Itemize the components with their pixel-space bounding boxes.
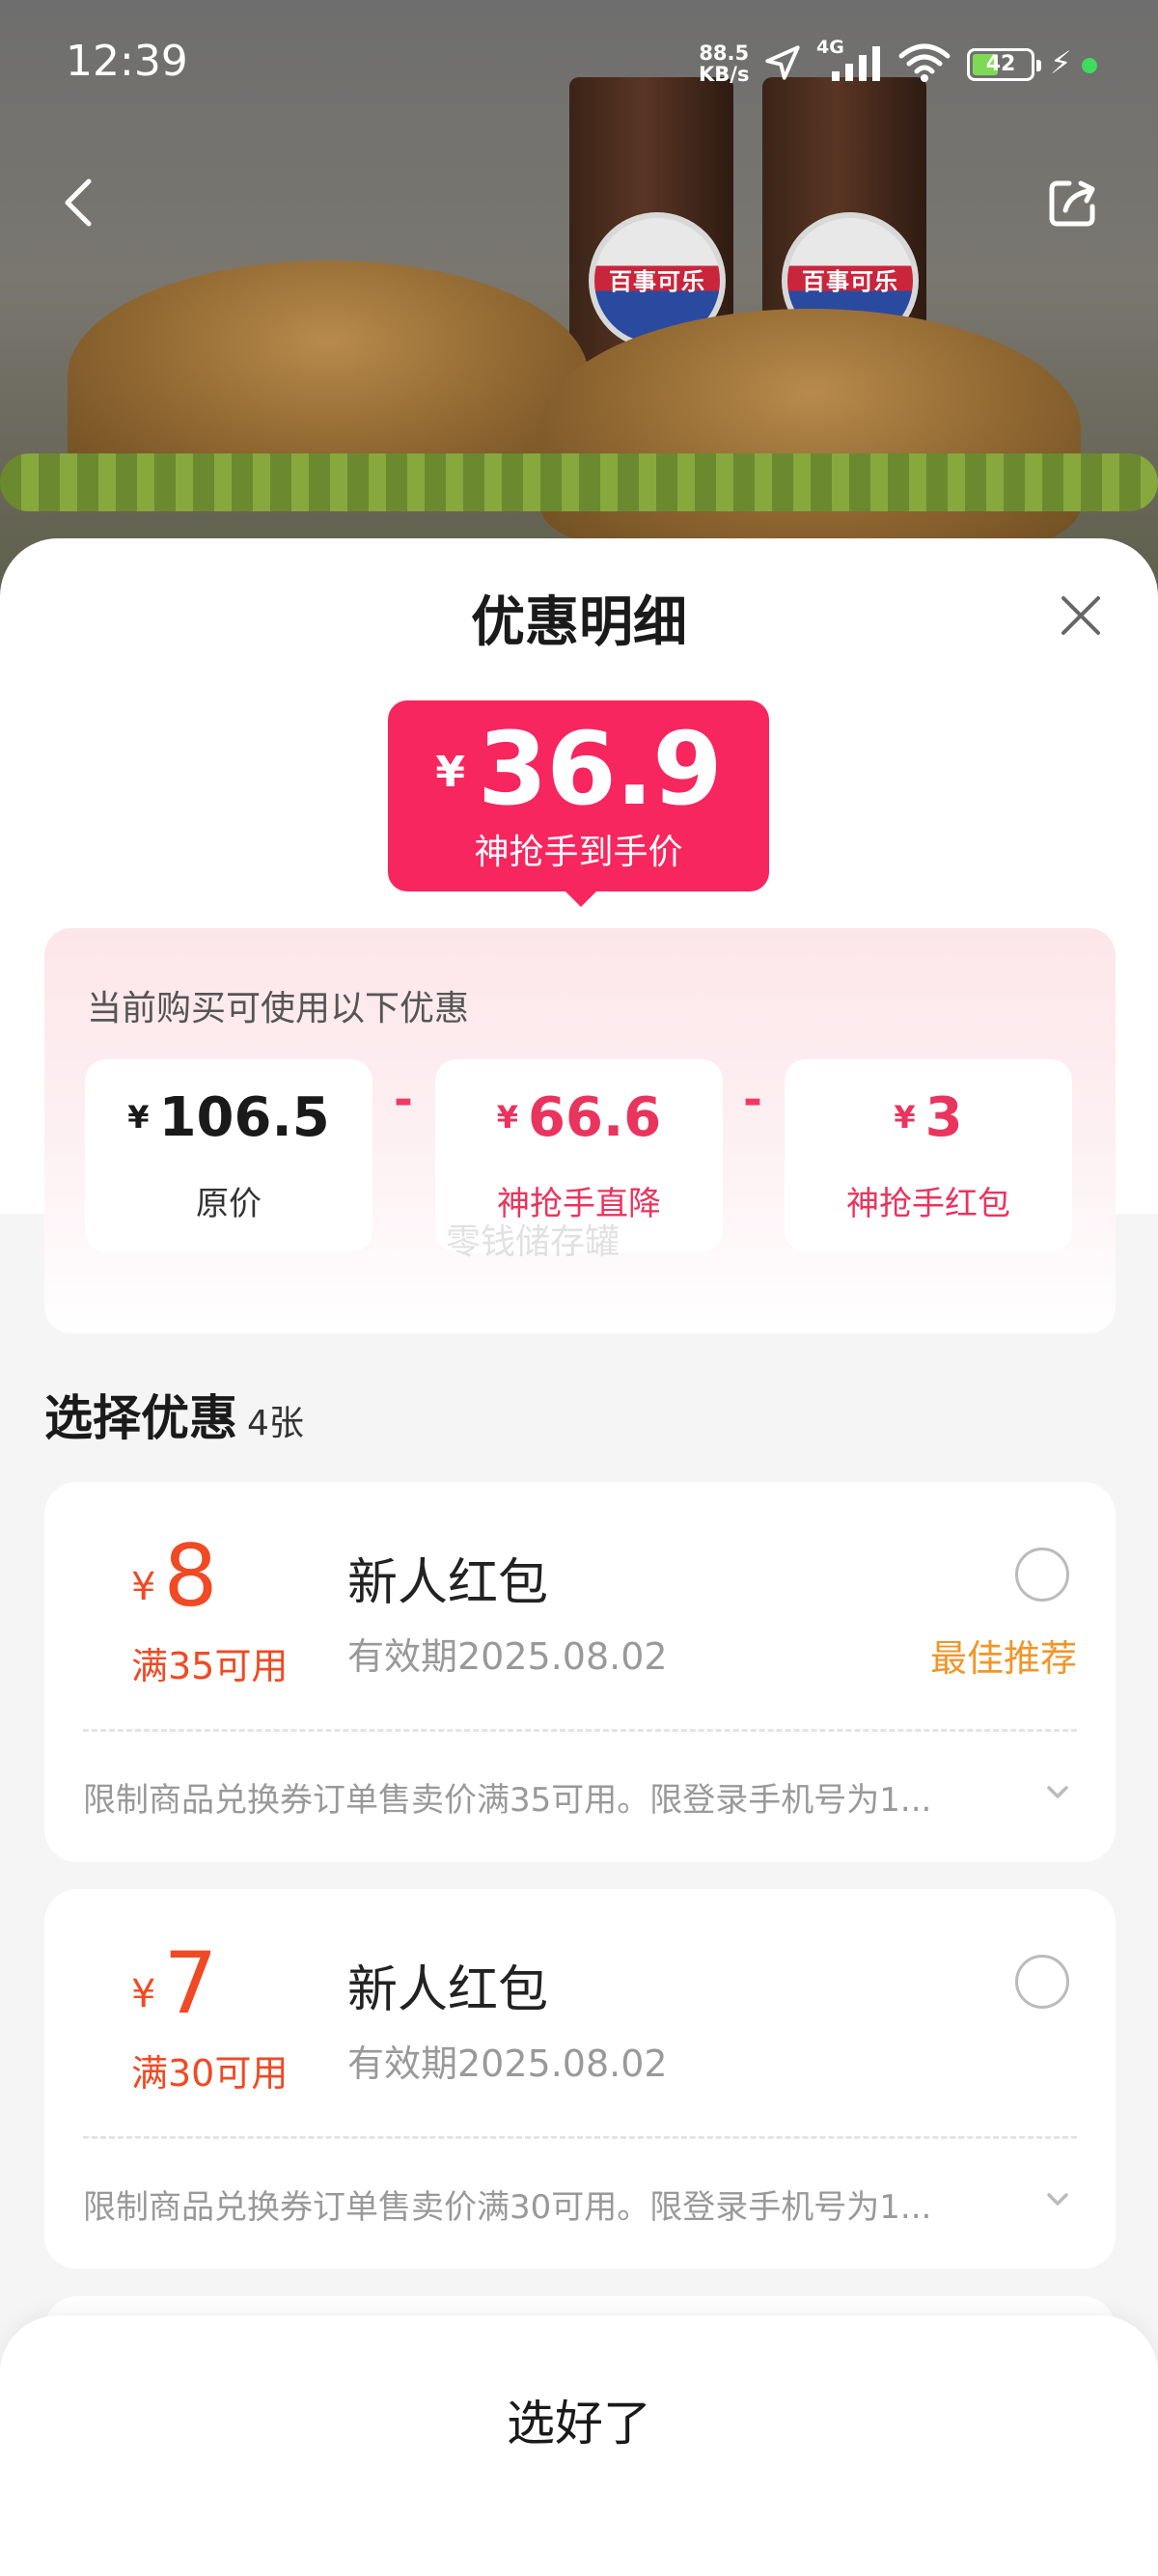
- radio-unchecked-icon[interactable]: [1015, 1548, 1069, 1602]
- confirm-button[interactable]: 选好了: [0, 2385, 1158, 2454]
- charging-bolt-icon: ⚡: [1050, 44, 1072, 81]
- lettuce-decoration: [0, 453, 1158, 511]
- select-title-text: 选择优惠: [44, 1390, 237, 1446]
- battery-icon: 42: [967, 48, 1041, 81]
- share-icon[interactable]: [1044, 174, 1102, 232]
- coupon-name: 新人红包: [347, 1961, 549, 2019]
- coupon-amount-value: 8: [163, 1526, 218, 1626]
- discount-detail-sheet: 优惠明细 ¥36.9 神抢手到手价 当前购买可使用以下优惠 ¥106.5 原价 …: [0, 538, 1158, 2576]
- close-icon[interactable]: [1058, 592, 1104, 639]
- currency-symbol: ¥: [496, 1099, 519, 1136]
- minus-operator: -: [394, 1073, 413, 1127]
- status-bar: 12:39 88.5 KB/s 4G 42 ⚡: [0, 0, 1158, 125]
- privacy-indicator-dot: [1082, 58, 1097, 73]
- status-icons: 4G: [762, 37, 951, 83]
- currency-symbol: ¥: [131, 1972, 156, 2016]
- coupon-condition: 满30可用: [131, 2052, 289, 2095]
- breakdown-heading: 当前购买可使用以下优惠: [87, 989, 470, 1028]
- watermark-text: 零钱储存罐: [446, 1222, 620, 1262]
- coupon-condition: 满35可用: [131, 1645, 289, 1687]
- coupon-expiry: 有效期2025.08.02: [347, 1635, 668, 1678]
- coupon-name: 新人红包: [347, 1554, 549, 1612]
- coupon-description: 限制商品兑换券订单售卖价满30可用。限登录手机号为1...: [83, 2188, 932, 2227]
- final-price-label: 神抢手到手价: [474, 833, 683, 872]
- cup-brand-text: 百事可乐: [609, 268, 705, 295]
- wifi-icon: [898, 43, 951, 82]
- currency-symbol: ¥: [894, 1099, 916, 1136]
- coupon-amount: ¥8: [131, 1526, 382, 1626]
- bottom-action-bar: 选好了: [0, 2316, 1158, 2576]
- final-price-badge: ¥36.9 神抢手到手价: [388, 700, 769, 891]
- breakdown-label: 神抢手红包: [846, 1185, 1010, 1223]
- final-price-value: 36.9: [478, 710, 723, 828]
- coupon-expiry: 有效期2025.08.02: [347, 2042, 668, 2085]
- coupon-count: 4张: [247, 1404, 304, 1443]
- discount-breakdown-panel: 当前购买可使用以下优惠 ¥106.5 原价 - ¥66.6 神抢手直降 - ¥3…: [44, 928, 1116, 1333]
- currency-symbol: ¥: [127, 1099, 150, 1136]
- status-time: 12:39: [66, 37, 188, 86]
- chevron-down-icon[interactable]: [1044, 2186, 1071, 2213]
- sheet-title: 优惠明细: [471, 591, 687, 654]
- back-icon[interactable]: [58, 174, 100, 232]
- select-discount-title: 选择优惠 4张: [44, 1380, 304, 1449]
- breakdown-label: 原价: [196, 1185, 262, 1223]
- breakdown-original-price: ¥106.5 原价: [85, 1059, 372, 1252]
- dashed-divider: [83, 2136, 1077, 2139]
- currency-symbol: ¥: [435, 748, 465, 797]
- battery-level: 42: [985, 52, 1016, 76]
- net-speed: 88.5 KB/s: [699, 42, 749, 85]
- chevron-down-icon[interactable]: [1044, 1779, 1071, 1806]
- location-arrow-icon: [765, 45, 800, 80]
- coupon-card[interactable]: ¥8 满35可用 新人红包 有效期2025.08.02 最佳推荐 限制商品兑换券…: [44, 1482, 1116, 1862]
- minus-operator: -: [743, 1073, 762, 1127]
- currency-symbol: ¥: [131, 1565, 156, 1609]
- breakdown-value: 66.6: [528, 1086, 662, 1149]
- coupon-card[interactable]: ¥7 满30可用 新人红包 有效期2025.08.02 限制商品兑换券订单售卖价…: [44, 1889, 1116, 2269]
- coupon-description: 限制商品兑换券订单售卖价满35可用。限登录手机号为1...: [83, 1781, 932, 1820]
- signal-icon: 4G: [816, 37, 884, 83]
- breakdown-value: 3: [924, 1086, 963, 1149]
- cup-brand-text: 百事可乐: [802, 268, 898, 295]
- best-recommend-tag: 最佳推荐: [929, 1637, 1077, 1680]
- radio-unchecked-icon[interactable]: [1015, 1955, 1069, 2009]
- breakdown-value: 106.5: [158, 1086, 330, 1149]
- coupon-amount: ¥7: [131, 1933, 382, 2033]
- final-price: ¥36.9: [388, 710, 769, 828]
- price-pointer: [564, 890, 598, 907]
- net-speed-unit: KB/s: [699, 63, 750, 86]
- burger-image: [540, 309, 1081, 550]
- net-speed-value: 88.5: [699, 41, 750, 65]
- coupon-amount-value: 7: [163, 1933, 218, 2033]
- dashed-divider: [83, 1729, 1077, 1732]
- breakdown-red-packet: ¥3 神抢手红包: [785, 1059, 1072, 1252]
